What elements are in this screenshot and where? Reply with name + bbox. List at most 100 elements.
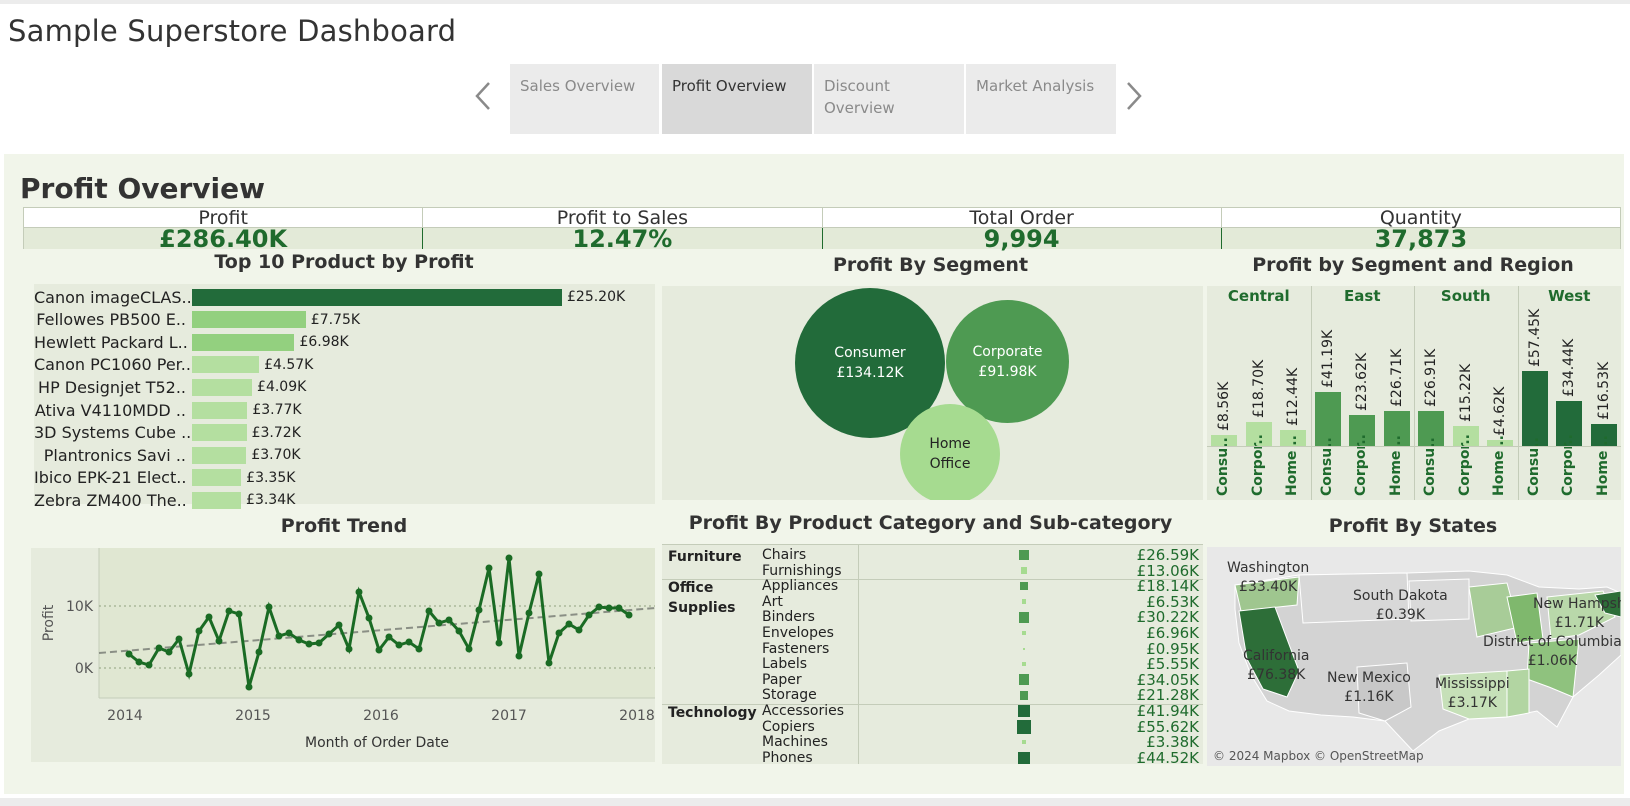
- product-bar-row[interactable]: HP Designjet T52.. £4.09K: [34, 376, 306, 398]
- product-bar[interactable]: [192, 491, 242, 509]
- subcategory-label[interactable]: Fasteners: [762, 641, 829, 657]
- subcategory-mark[interactable]: [1017, 719, 1031, 734]
- prev-tab-button[interactable]: [470, 76, 496, 116]
- segment-bubble-corporate[interactable]: Corporate £91.98K: [946, 300, 1069, 423]
- region-separator: [1414, 286, 1415, 500]
- subcategory-label[interactable]: Phones: [762, 750, 813, 766]
- product-label: Canon imageCLAS..: [34, 287, 192, 307]
- x-tick-label: 2017: [491, 708, 527, 724]
- state-label-washington: Washington £33.40K: [1227, 559, 1309, 597]
- kpi-profit: Profit £286.40K: [24, 208, 424, 251]
- subcategory-mark[interactable]: [1023, 647, 1025, 650]
- product-bar[interactable]: [192, 356, 260, 374]
- region-header: West: [1548, 287, 1591, 305]
- subcategory-label[interactable]: Envelopes: [762, 625, 834, 641]
- product-bar-row[interactable]: Zebra ZM400 The.. £3.34K: [34, 489, 295, 511]
- states-map[interactable]: Washington £33.40K South Dakota £0.39K New…: [1207, 547, 1621, 766]
- subcategory-mark[interactable]: [1020, 582, 1028, 591]
- y-tick-label: 0K: [75, 661, 94, 677]
- product-bar[interactable]: [192, 446, 247, 464]
- subcategory-mark[interactable]: [1019, 691, 1029, 700]
- subcategory-value: £34.05K: [1136, 670, 1199, 689]
- product-bar-row[interactable]: Fellowes PB500 E.. £7.75K: [34, 309, 360, 331]
- product-label: Fellowes PB500 E..: [36, 310, 186, 330]
- category-label: Technology: [668, 705, 757, 721]
- subcategory-value: £0.95K: [1146, 639, 1199, 658]
- state-name: California: [1243, 648, 1310, 664]
- tab-sales-overview[interactable]: Sales Overview: [510, 64, 659, 134]
- product-bar[interactable]: [192, 401, 248, 419]
- state-label-new-mexico: New Mexico £1.16K: [1327, 669, 1411, 707]
- segment-region-value: £18.70K: [1250, 359, 1267, 418]
- segment-region-value: £34.44K: [1561, 338, 1577, 398]
- category-title: Profit By Product Category and Sub-categ…: [688, 512, 1173, 534]
- subcategory-label[interactable]: Art: [762, 594, 783, 610]
- subcategory-label[interactable]: Chairs: [762, 547, 806, 563]
- subcategory-label[interactable]: Copiers: [762, 719, 815, 735]
- segment-region-value: £23.62K: [1354, 352, 1370, 412]
- subcategory-mark[interactable]: [1018, 612, 1030, 623]
- subcategory-value: £55.62K: [1136, 717, 1199, 736]
- product-value: £3.70K: [251, 447, 301, 464]
- state-mississippi: [1506, 668, 1530, 718]
- segment-region-bar[interactable]: [1521, 371, 1548, 446]
- subcategory-mark[interactable]: [1017, 751, 1031, 765]
- product-bar-row[interactable]: Ibico EPK-21 Elect.. £3.35K: [34, 467, 295, 489]
- product-label: Hewlett Packard L..: [34, 332, 188, 352]
- tab-profit-overview[interactable]: Profit Overview: [662, 64, 812, 134]
- product-bar[interactable]: [192, 288, 562, 306]
- state-name: New Mexico: [1327, 670, 1411, 686]
- next-tab-button[interactable]: [1121, 76, 1147, 116]
- region-header: East: [1344, 287, 1381, 305]
- state-label-district-of-columbia: District of Columbia £1.06K: [1483, 633, 1621, 671]
- subcategory-label[interactable]: Appliances: [762, 578, 838, 594]
- subcategory-mark[interactable]: [1021, 630, 1027, 636]
- subcategory-label[interactable]: Paper: [762, 672, 802, 688]
- subcategory-label[interactable]: Labels: [762, 656, 807, 672]
- subcategory-label[interactable]: Binders: [762, 609, 815, 625]
- segment-title: Profit By Segment: [832, 254, 1029, 276]
- region-separator: [1517, 286, 1519, 500]
- subcategory-mark[interactable]: [1022, 740, 1026, 744]
- product-bar-row[interactable]: Hewlett Packard L.. £6.98K: [34, 331, 349, 353]
- tab-market-analysis[interactable]: Market Analysis: [966, 64, 1116, 134]
- product-bar-row[interactable]: Canon PC1060 Per.. £4.57K: [34, 354, 313, 376]
- category-divider: [662, 578, 1203, 580]
- state-value: £1.06K: [1527, 653, 1578, 669]
- subcategory-label[interactable]: Furnishings: [762, 563, 842, 579]
- segment-region-baseline: [1207, 446, 1621, 447]
- segment-bubble-home-office[interactable]: Home Office: [900, 404, 1000, 500]
- segment-axis-label: Corpor..: [1560, 434, 1576, 496]
- product-bar[interactable]: [192, 424, 247, 442]
- subcategory-mark[interactable]: [1020, 567, 1028, 574]
- product-bar[interactable]: [192, 333, 295, 351]
- trend-title: Profit Trend: [280, 515, 408, 537]
- product-bar-row[interactable]: Ativa V4110MDD .. £3.77K: [34, 399, 302, 421]
- subcategory-label[interactable]: Machines: [762, 734, 828, 750]
- subcategory-label[interactable]: Accessories: [762, 703, 844, 719]
- dashboard-area: Profit Overview Profit £286.40K Profit t…: [4, 154, 1624, 794]
- product-bar[interactable]: [192, 469, 242, 487]
- segment-value: £91.98K: [978, 363, 1037, 380]
- subcategory-mark[interactable]: [1017, 704, 1031, 718]
- tab-discount-overview[interactable]: Discount Overview: [814, 64, 964, 134]
- product-bar[interactable]: [192, 378, 253, 396]
- segment-name-line2: Office: [929, 456, 971, 472]
- product-bar-row[interactable]: Canon imageCLAS.. £25.20K: [34, 286, 625, 308]
- state-label-south-dakota: South Dakota £0.39K: [1353, 587, 1448, 625]
- subcategory-value: £26.59K: [1136, 546, 1199, 564]
- product-bar-row[interactable]: Plantronics Savi .. £3.70K: [34, 444, 301, 466]
- category-label-line2: Supplies: [668, 600, 736, 617]
- product-bar-row[interactable]: 3D Systems Cube .. £3.72K: [34, 422, 301, 444]
- segment-name: Consumer: [834, 345, 906, 361]
- subcategory-label[interactable]: Storage: [762, 687, 817, 703]
- bottom-strip: [0, 798, 1630, 806]
- subcategory-mark[interactable]: [1021, 599, 1027, 605]
- category-label: Office: [668, 580, 714, 597]
- subcategory-value: £3.38K: [1146, 733, 1199, 752]
- region-header: Central: [1227, 287, 1290, 305]
- subcategory-mark[interactable]: [1019, 550, 1029, 560]
- product-bar[interactable]: [192, 311, 306, 329]
- subcategory-mark[interactable]: [1018, 674, 1030, 686]
- subcategory-mark[interactable]: [1021, 661, 1027, 667]
